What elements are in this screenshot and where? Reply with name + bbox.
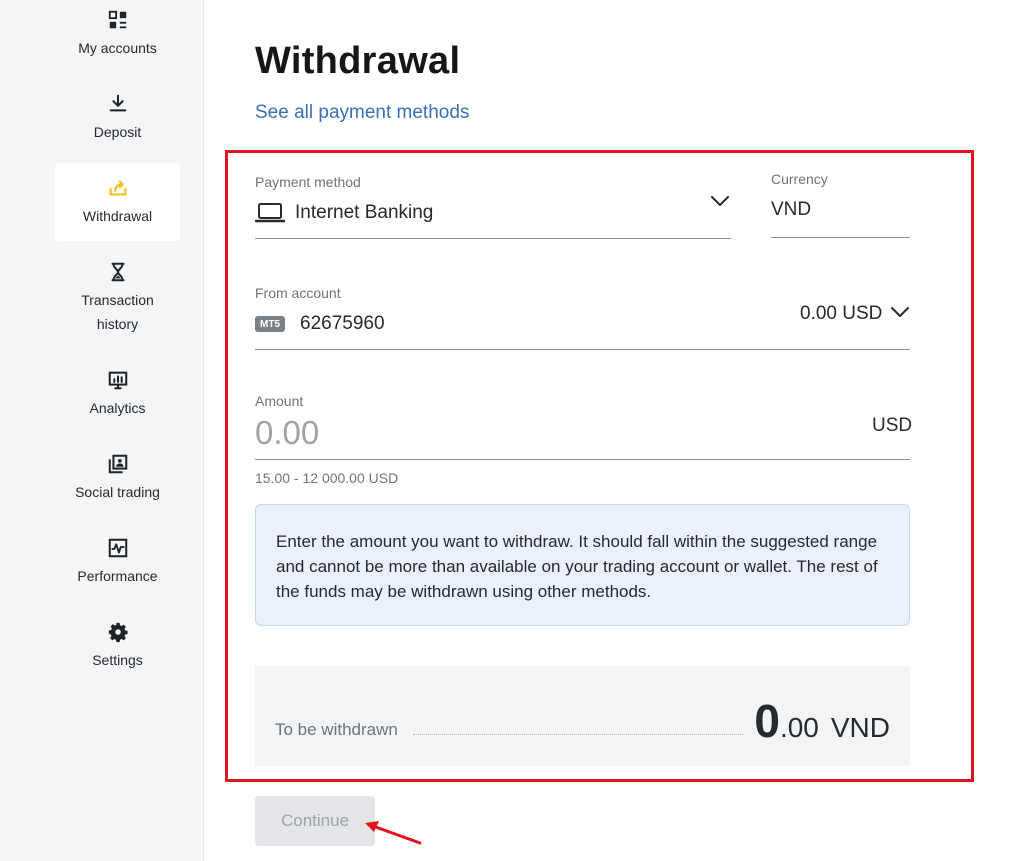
sidebar-item-label: Social trading	[75, 484, 160, 500]
sidebar-item-my-accounts[interactable]: My accounts	[55, 8, 180, 68]
withdrawn-integer: 0	[754, 695, 780, 747]
annotation-arrow-icon	[365, 821, 422, 845]
chevron-down-icon[interactable]	[890, 305, 910, 319]
from-account-underline	[255, 349, 910, 350]
sidebar-item-label: Performance	[77, 568, 158, 584]
see-all-payment-methods-link[interactable]: See all payment methods	[255, 102, 469, 124]
withdraw-icon	[106, 176, 130, 200]
to-be-withdrawn-label: To be withdrawn	[275, 720, 398, 739]
continue-button[interactable]: Continue	[255, 796, 375, 846]
sidebar: My accounts Deposit Withdrawal Transacti…	[0, 0, 204, 861]
social-trading-icon	[106, 452, 130, 476]
laptop-icon	[255, 203, 285, 223]
from-account-label: From account	[255, 285, 341, 301]
hourglass-icon	[106, 260, 130, 284]
account-balance: 0.00 USD	[800, 303, 883, 324]
page-title: Withdrawal	[255, 40, 461, 82]
mt5-badge: MT5	[255, 316, 285, 332]
sidebar-item-label: Withdrawal	[82, 208, 153, 224]
sidebar-item-performance[interactable]: Performance	[55, 536, 180, 596]
chevron-down-icon[interactable]	[710, 194, 730, 208]
sidebar-item-deposit[interactable]: Deposit	[55, 92, 180, 152]
amount-range-hint: 15.00 - 12 000.00 USD	[255, 470, 399, 486]
sidebar-item-label: Analytics	[89, 400, 146, 416]
sidebar-item-settings[interactable]: Settings	[55, 620, 180, 680]
payment-method-label: Payment method	[255, 174, 361, 190]
payment-method-underline	[255, 238, 731, 239]
currency-value: VND	[771, 199, 812, 220]
payment-method-select[interactable]: Internet Banking	[255, 202, 433, 224]
payment-method-value: Internet Banking	[295, 202, 434, 223]
gear-icon	[106, 620, 130, 644]
sidebar-item-social-trading[interactable]: Social trading	[55, 452, 180, 512]
withdrawn-currency: VND	[830, 712, 890, 743]
amount-input[interactable]	[255, 414, 835, 452]
amount-label: Amount	[255, 393, 304, 409]
sidebar-item-label: My accounts	[78, 40, 157, 56]
currency-underline	[771, 237, 910, 238]
sidebar-item-label: Settings	[92, 652, 143, 668]
amount-unit: USD	[872, 415, 913, 436]
sidebar-item-withdrawal[interactable]: Withdrawal	[55, 163, 180, 241]
analytics-icon	[106, 368, 130, 392]
info-message: Enter the amount you want to withdraw. I…	[255, 504, 910, 626]
account-number: 62675960	[300, 313, 385, 334]
dotted-leader	[413, 734, 743, 735]
withdrawn-decimal: .00	[779, 712, 819, 743]
to-be-withdrawn-panel: To be withdrawn 0 .00 VND	[255, 666, 910, 766]
sidebar-item-label: Deposit	[93, 124, 142, 140]
sidebar-item-analytics[interactable]: Analytics	[55, 368, 180, 428]
to-be-withdrawn-amount: 0 .00 VND	[754, 694, 890, 748]
performance-icon	[106, 536, 130, 560]
grid-icon	[106, 8, 130, 32]
download-icon	[106, 92, 130, 116]
sidebar-item-label: Transaction history	[81, 292, 154, 332]
amount-underline	[255, 459, 910, 460]
sidebar-item-transaction-history[interactable]: Transaction history	[55, 260, 180, 344]
currency-label: Currency	[771, 171, 828, 187]
